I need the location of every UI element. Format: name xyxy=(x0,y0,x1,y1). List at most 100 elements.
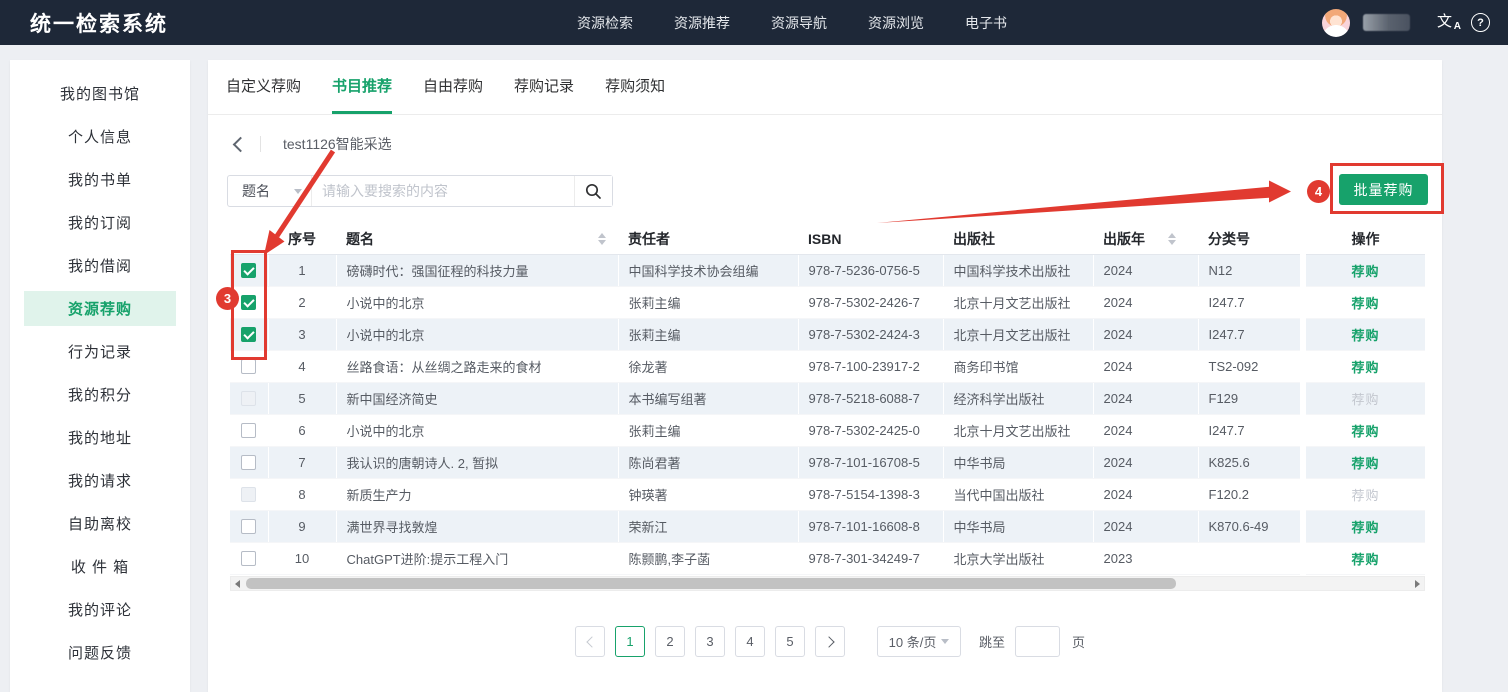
table-row: 9满世界寻找敦煌荣新江978-7-101-16608-8中华书局2024K870… xyxy=(230,510,1425,542)
recommend-link: 荐购 xyxy=(1351,392,1379,407)
batch-recommend-button[interactable]: 批量荐购 xyxy=(1339,174,1428,205)
chevron-right-icon xyxy=(823,636,834,647)
col-header-label: 序号 xyxy=(288,231,316,247)
col-header-6: 分类号 xyxy=(1198,224,1303,254)
sort-icon[interactable] xyxy=(1168,233,1176,245)
recommend-link[interactable]: 荐购 xyxy=(1351,552,1379,567)
cell-publisher: 北京大学出版社 xyxy=(943,542,1093,574)
row-checkbox[interactable] xyxy=(241,423,256,438)
top-nav-item-2[interactable]: 资源导航 xyxy=(771,13,827,33)
sidebar-item-10[interactable]: 自助离校 xyxy=(10,502,190,545)
top-nav-item-1[interactable]: 资源推荐 xyxy=(674,13,730,33)
recommend-link[interactable]: 荐购 xyxy=(1351,296,1379,311)
search-field-select[interactable]: 题名 xyxy=(228,176,312,206)
tab-0[interactable]: 自定义荐购 xyxy=(226,60,301,114)
jump-page-input[interactable] xyxy=(1015,626,1060,657)
top-nav-item-3[interactable]: 资源浏览 xyxy=(868,13,924,33)
cell-title: ChatGPT进阶:提示工程入门 xyxy=(336,542,618,574)
sidebar-item-1[interactable]: 个人信息 xyxy=(10,115,190,158)
row-checkbox[interactable] xyxy=(241,327,256,342)
sidebar-item-2[interactable]: 我的书单 xyxy=(10,158,190,201)
back-button[interactable] xyxy=(230,134,250,154)
page-unit-label: 页 xyxy=(1072,632,1085,651)
language-icon-glyph: 文 xyxy=(1437,13,1452,30)
sidebar-item-11[interactable]: 收 件 箱 xyxy=(10,545,190,588)
scroll-right-arrow[interactable] xyxy=(1411,577,1424,590)
cell-publisher: 北京十月文艺出版社 xyxy=(943,414,1093,446)
search-group: 题名 xyxy=(227,175,613,207)
cell-isbn: 978-7-101-16708-5 xyxy=(798,446,943,478)
tab-1[interactable]: 书目推荐 xyxy=(332,60,392,114)
sidebar-item-13[interactable]: 问题反馈 xyxy=(10,631,190,674)
tab-3[interactable]: 荐购记录 xyxy=(514,60,574,114)
cell-title: 磅礴时代：强国征程的科技力量 xyxy=(336,254,618,286)
col-header-label: 操作 xyxy=(1352,231,1380,247)
cell-no: 4 xyxy=(268,350,336,382)
cell-title: 新中国经济简史 xyxy=(336,382,618,414)
divider xyxy=(260,136,261,152)
sidebar-item-5[interactable]: 资源荐购 xyxy=(10,287,190,330)
cell-title: 我认识的唐朝诗人. 2, 暂拟 xyxy=(336,446,618,478)
cell-class_no: K870.6-49 xyxy=(1198,510,1303,542)
sidebar-item-0[interactable]: 我的图书馆 xyxy=(10,72,190,115)
sort-icon[interactable] xyxy=(598,233,606,245)
row-checkbox[interactable] xyxy=(241,359,256,374)
sidebar-item-6[interactable]: 行为记录 xyxy=(10,330,190,373)
scroll-left-arrow[interactable] xyxy=(231,577,244,590)
row-checkbox[interactable] xyxy=(241,295,256,310)
col-header-1[interactable]: 题名 xyxy=(336,224,618,254)
page-button-5[interactable]: 5 xyxy=(775,626,805,657)
sidebar-item-7[interactable]: 我的积分 xyxy=(10,373,190,416)
recommend-link[interactable]: 荐购 xyxy=(1351,264,1379,279)
top-nav-item-4[interactable]: 电子书 xyxy=(965,13,1007,33)
table-row: 2小说中的北京张莉主编978-7-5302-2426-7北京十月文艺出版社202… xyxy=(230,286,1425,318)
row-checkbox[interactable] xyxy=(241,551,256,566)
page-button-2[interactable]: 2 xyxy=(655,626,685,657)
page-button-4[interactable]: 4 xyxy=(735,626,765,657)
sidebar-item-3[interactable]: 我的订阅 xyxy=(10,201,190,244)
page-button-3[interactable]: 3 xyxy=(695,626,725,657)
top-nav: 资源检索 资源推荐 资源导航 资源浏览 电子书 xyxy=(577,0,1007,45)
cell-year: 2024 xyxy=(1093,414,1198,446)
tab-2[interactable]: 自由荐购 xyxy=(423,60,483,114)
cell-year: 2024 xyxy=(1093,478,1198,510)
scrollbar-track[interactable] xyxy=(244,577,1411,590)
cell-author: 钟瑛著 xyxy=(618,478,798,510)
sidebar-item-8[interactable]: 我的地址 xyxy=(10,416,190,459)
recommend-link[interactable]: 荐购 xyxy=(1351,520,1379,535)
table-body: 1磅礴时代：强国征程的科技力量中国科学技术协会组编978-7-5236-0756… xyxy=(230,254,1425,574)
page-size-select[interactable]: 10 条/页 xyxy=(877,626,961,657)
recommend-link[interactable]: 荐购 xyxy=(1351,360,1379,375)
sidebar-item-12[interactable]: 我的评论 xyxy=(10,588,190,631)
cell-title: 新质生产力 xyxy=(336,478,618,510)
col-header-5[interactable]: 出版年 xyxy=(1093,224,1198,254)
row-checkbox[interactable] xyxy=(241,263,256,278)
tab-4[interactable]: 荐购须知 xyxy=(605,60,665,114)
row-checkbox[interactable] xyxy=(241,519,256,534)
page-button-1[interactable]: 1 xyxy=(615,626,645,657)
page: 统一检索系统 资源检索 资源推荐 资源导航 资源浏览 电子书 文A ? 我的图书馆个人信… xyxy=(0,0,1508,692)
search-button[interactable] xyxy=(574,176,612,206)
recommend-link[interactable]: 荐购 xyxy=(1351,456,1379,471)
scrollbar-thumb[interactable] xyxy=(246,578,1176,589)
sidebar-item-label: 个人信息 xyxy=(68,126,132,147)
next-page-button[interactable] xyxy=(815,626,845,657)
sidebar-item-9[interactable]: 我的请求 xyxy=(10,459,190,502)
chevron-down-icon xyxy=(941,639,949,648)
app-logo[interactable]: 统一检索系统 xyxy=(30,8,168,38)
language-icon[interactable]: 文A xyxy=(1437,12,1458,34)
help-icon[interactable]: ? xyxy=(1471,13,1490,32)
top-nav-item-0[interactable]: 资源检索 xyxy=(577,13,633,33)
topbar: 统一检索系统 资源检索 资源推荐 资源导航 资源浏览 电子书 文A ? xyxy=(0,0,1508,45)
recommend-link[interactable]: 荐购 xyxy=(1351,328,1379,343)
cell-year: 2024 xyxy=(1093,446,1198,478)
cell-publisher: 经济科学出版社 xyxy=(943,382,1093,414)
sidebar-item-label: 问题反馈 xyxy=(68,642,132,663)
row-checkbox[interactable] xyxy=(241,455,256,470)
col-header-label: 责任者 xyxy=(628,231,670,247)
cell-class_no: K825.6 xyxy=(1198,446,1303,478)
recommend-link[interactable]: 荐购 xyxy=(1351,424,1379,439)
user-avatar[interactable] xyxy=(1322,9,1350,37)
search-input[interactable] xyxy=(312,176,574,206)
sidebar-item-4[interactable]: 我的借阅 xyxy=(10,244,190,287)
